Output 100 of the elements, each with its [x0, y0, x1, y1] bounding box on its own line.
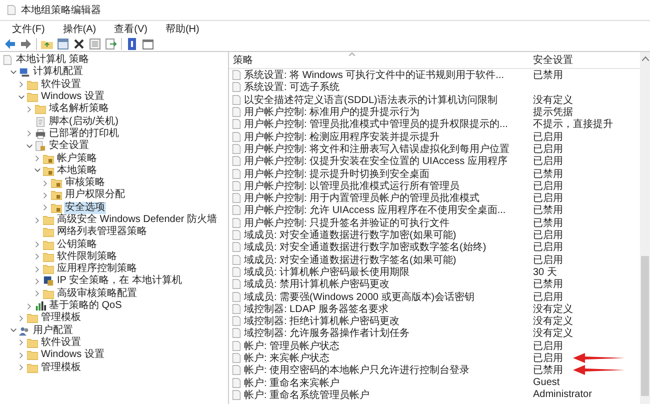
scroll-up-icon[interactable]	[642, 56, 648, 61]
scroll-thumb[interactable]	[641, 256, 649, 396]
delete-icon[interactable]	[73, 38, 85, 50]
policy-name[interactable]: 帐户: 来宾帐户状态	[244, 350, 330, 365]
tree-item[interactable]: 计算机配置	[32, 66, 84, 78]
tree-item[interactable]: 公钥策略	[56, 238, 98, 251]
policy-name[interactable]: 域成员: 对安全通道数据进行数字签名(如果可能)	[244, 252, 456, 267]
tree-item[interactable]: 域名解析策略	[48, 103, 110, 116]
setting-value: 已禁用	[532, 216, 563, 230]
policy-name[interactable]: 用户帐户控制: 管理员批准模式中管理员的提升权限提示的...	[244, 117, 508, 132]
policy-name[interactable]: 用户帐户控制: 允许 UIAccess 应用程序在不使用安全桌面...	[244, 203, 506, 218]
security-icon	[35, 141, 46, 152]
folder-icon	[27, 80, 38, 90]
tree-item[interactable]: 本地计算机 策略	[15, 54, 90, 66]
document-icon	[231, 168, 242, 179]
policy-name[interactable]: 帐户: 管理员帐户状态	[244, 338, 340, 353]
properties-icon[interactable]	[89, 38, 101, 50]
setting-value: 已启用	[532, 154, 563, 168]
document-icon	[231, 390, 242, 400]
tree-item[interactable]: 应用程序控制策略	[56, 263, 138, 276]
menu-item[interactable]: 查看(V)	[112, 22, 150, 36]
policy-name[interactable]: 用户帐户控制: 标准用户的提升提示行为	[244, 105, 420, 120]
tree-item[interactable]: 高级审核策略配置	[56, 288, 138, 300]
policy-name[interactable]: 用户帐户控制: 提示提升时切换到安全桌面	[244, 166, 430, 181]
policy-name[interactable]: 域成员: 需要强(Windows 2000 或更高版本)会话密钥	[244, 290, 475, 304]
setting-value: 已禁用	[532, 68, 563, 82]
secure-folder-icon	[51, 190, 62, 200]
document-icon	[231, 230, 242, 240]
document-icon	[231, 254, 242, 265]
setting-value: 没有定义	[532, 302, 573, 316]
tree-item[interactable]: 脚本(启动/关机)	[48, 116, 120, 128]
policy-name[interactable]: 域成员: 对安全通道数据进行数字加密或数字签名(始终)	[244, 240, 486, 254]
forward-icon[interactable]	[20, 38, 32, 50]
policy-name[interactable]: 系统设置: 将 Windows 可执行文件中的证书规则用于软件...	[244, 68, 504, 82]
tree-item[interactable]: 安全设置	[48, 140, 90, 152]
document-icon	[231, 365, 242, 376]
column-header[interactable]: 策略	[229, 53, 529, 67]
tree-item[interactable]: 安全选项	[64, 202, 106, 214]
panel-icon[interactable]	[57, 38, 69, 50]
policy-name[interactable]: 用户帐户控制: 只提升签名并验证的可执行文件	[244, 216, 450, 230]
back-icon[interactable]	[4, 38, 16, 50]
document-icon	[231, 340, 242, 351]
policy-name[interactable]: 帐户: 重命名来宾帐户	[244, 376, 340, 390]
document-icon	[231, 292, 242, 302]
folder-icon	[27, 362, 38, 373]
tree-item[interactable]: 软件设置	[40, 78, 82, 91]
tree-item[interactable]: 网络列表管理器策略	[56, 226, 148, 238]
export-icon[interactable]	[105, 38, 117, 50]
column-header[interactable]: 安全设置	[529, 53, 573, 67]
tree-item[interactable]: 用户权限分配	[64, 189, 126, 202]
policy-name[interactable]: 域控制器: 允许服务器操作者计划任务	[244, 326, 410, 340]
network-icon	[43, 276, 54, 286]
bar-chart-icon	[35, 301, 46, 312]
setting-value: Guest	[532, 377, 560, 388]
setting-value: 已禁用	[532, 204, 563, 218]
policy-name[interactable]: 以安全描述符定义语言(SDDL)语法表示的计算机访问限制	[244, 92, 498, 107]
scrollbar[interactable]	[640, 52, 650, 404]
policy-name[interactable]: 用户帐户控制: 以管理员批准模式运行所有管理员	[244, 178, 460, 193]
menu-item[interactable]: 操作(A)	[60, 22, 98, 36]
policy-name[interactable]: 域成员: 对安全通道数据进行数字加密(如果可能)	[244, 228, 456, 242]
policy-name[interactable]: 用户帐户控制: 用于内置管理员帐户的管理员批准模式	[244, 191, 480, 206]
tree-item[interactable]: Windows 设置	[40, 349, 106, 362]
window-icon[interactable]	[142, 38, 154, 50]
tree-item[interactable]: 帐户策略	[56, 152, 98, 165]
sort-caret-icon	[349, 52, 355, 56]
policy-name[interactable]: 系统设置: 可选子系统	[244, 80, 340, 94]
policy-name[interactable]: 用户帐户控制: 将文件和注册表写入错误虚拟化到每用户位置	[244, 142, 510, 156]
folder-icon	[43, 264, 54, 274]
policy-name[interactable]: 用户帐户控制: 检测应用程序安装并提示提升	[244, 130, 440, 144]
policy-name[interactable]: 帐户: 重命名系统管理员帐户	[244, 388, 370, 402]
menu-item[interactable]: 帮助(H)	[163, 22, 202, 36]
tree-item[interactable]: 管理模板	[40, 362, 82, 374]
tree-item[interactable]: 软件设置	[40, 336, 82, 349]
policy-name[interactable]: 帐户: 使用空密码的本地帐户只允许进行控制台登录	[244, 363, 470, 378]
document-icon	[231, 82, 242, 92]
menu-item[interactable]: 文件(F)	[10, 22, 47, 36]
tree-item[interactable]: 已部署的打印机	[48, 128, 120, 140]
tree-item[interactable]: Windows 设置	[40, 91, 106, 104]
document-icon	[231, 304, 242, 314]
tree-item[interactable]: 软件限制策略	[56, 250, 118, 263]
policy-name[interactable]: 用户帐户控制: 仅提升安装在安全位置的 UIAccess 应用程序	[244, 154, 508, 168]
tree-item[interactable]: 基于策略的 QoS	[48, 300, 123, 312]
policy-name[interactable]: 域成员: 禁用计算机帐户密码更改	[244, 277, 390, 292]
policy-name[interactable]: 域控制器: 拒绝计算机帐户密码更改	[244, 314, 400, 328]
setting-value: 已启用	[532, 290, 563, 304]
help-icon[interactable]	[126, 38, 138, 50]
tree-item[interactable]: IP 安全策略，在 本地计算机	[56, 275, 183, 288]
document-icon	[231, 144, 242, 154]
policy-name[interactable]: 域控制器: LDAP 服务器签名要求	[244, 302, 388, 316]
tree-item[interactable]: 本地策略	[56, 164, 98, 177]
tree-item[interactable]: 高级安全 Windows Defender 防火墙	[56, 214, 218, 226]
tree-item[interactable]: 管理模板	[40, 312, 82, 324]
document-icon	[231, 156, 242, 166]
secure-folder-icon	[51, 202, 62, 213]
setting-value: 提示凭据	[532, 106, 573, 119]
tree-item[interactable]: 审核策略	[64, 177, 106, 190]
policy-name[interactable]: 域成员: 计算机帐户密码最长使用期限	[244, 264, 410, 279]
setting-value: 不提示，直接提升	[532, 118, 613, 132]
folder-icon	[27, 350, 38, 360]
tree-item[interactable]: 用户配置	[32, 324, 74, 337]
